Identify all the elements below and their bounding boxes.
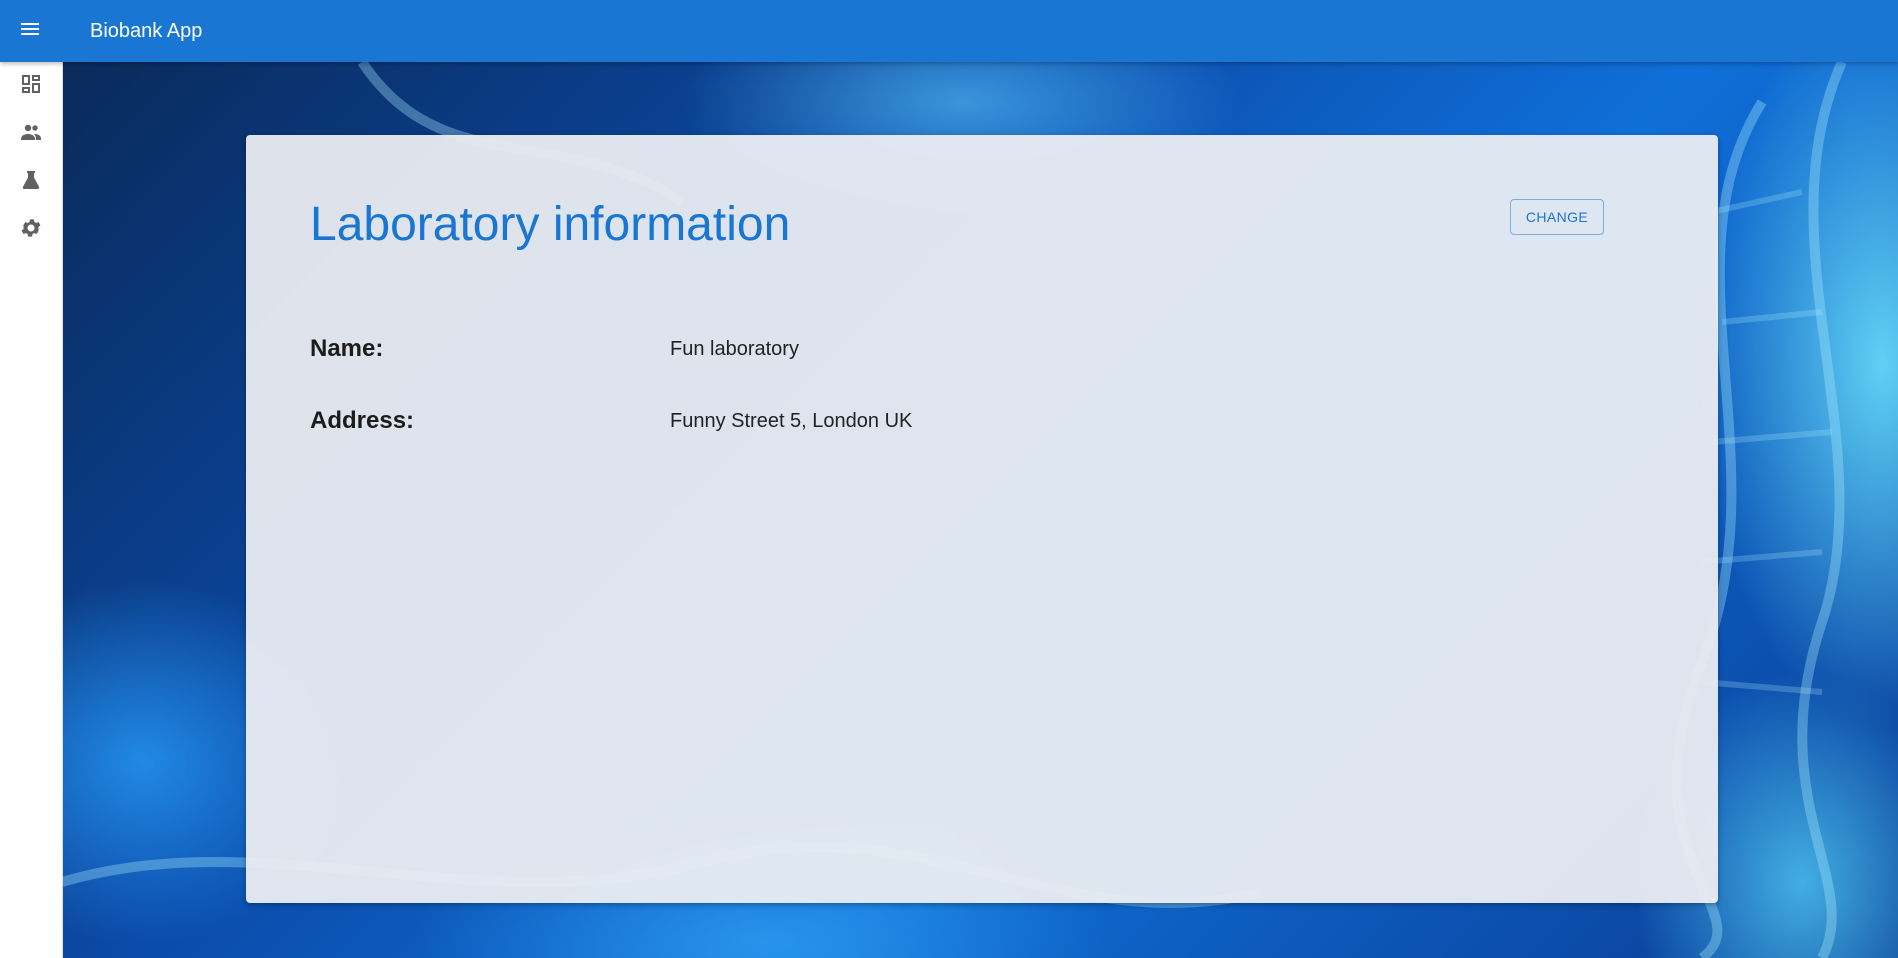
app-title: Biobank App (90, 19, 203, 42)
address-label: Address: (310, 407, 415, 434)
people-icon (19, 120, 43, 149)
sidebar-item-dashboard[interactable] (0, 62, 62, 110)
change-button[interactable]: CHANGE (1510, 199, 1604, 235)
name-value: Fun laboratory (670, 338, 799, 360)
address-value: Funny Street 5, London UK (670, 410, 913, 432)
sidebar-item-settings[interactable] (0, 206, 62, 254)
menu-icon (18, 17, 42, 46)
page-title: Laboratory information (310, 198, 791, 251)
name-label: Name: (310, 335, 384, 362)
side-drawer (0, 62, 63, 958)
laboratory-info-card: Laboratory information CHANGE Name: Fun … (246, 135, 1718, 903)
sidebar-item-people[interactable] (0, 110, 62, 158)
info-row-address: Address: Funny Street 5, London UK (310, 407, 1610, 439)
gear-icon (19, 216, 43, 245)
flask-icon (19, 168, 43, 197)
info-row-name: Name: Fun laboratory (310, 335, 1610, 367)
sidebar-item-laboratory[interactable] (0, 158, 62, 206)
app-bar: Biobank App (0, 0, 1898, 62)
dashboard-icon (19, 72, 43, 101)
menu-button[interactable] (0, 0, 60, 62)
